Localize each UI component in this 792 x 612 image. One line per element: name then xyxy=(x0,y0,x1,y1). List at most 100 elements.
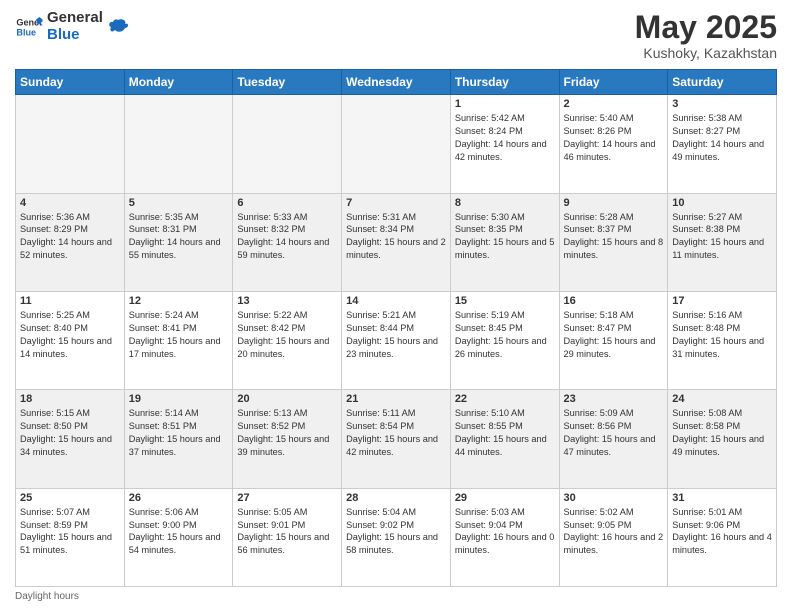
header: General Blue General Blue May 2025 Kusho… xyxy=(15,10,777,61)
day-number: 13 xyxy=(237,295,337,307)
calendar-page: General Blue General Blue May 2025 Kusho… xyxy=(0,0,792,612)
calendar-cell: 27Sunrise: 5:05 AM Sunset: 9:01 PM Dayli… xyxy=(233,488,342,586)
weekday-header-row: SundayMondayTuesdayWednesdayThursdayFrid… xyxy=(16,70,777,95)
day-number: 15 xyxy=(455,295,555,307)
day-number: 30 xyxy=(564,492,664,504)
day-info: Sunrise: 5:10 AM Sunset: 8:55 PM Dayligh… xyxy=(455,407,555,459)
day-number: 4 xyxy=(20,197,120,209)
weekday-header-tuesday: Tuesday xyxy=(233,70,342,95)
day-number: 5 xyxy=(129,197,229,209)
calendar-cell: 28 Sunrise: 5:04 AM Sunset: 9:02 PM Dayli… xyxy=(342,488,451,586)
day-number: 10 xyxy=(672,197,772,209)
calendar-cell: 23 Sunrise: 5:09 AM Sunset: 8:56 PM Dayli… xyxy=(559,390,668,488)
location: Kushoky, Kazakhstan xyxy=(635,45,777,61)
calendar-cell: 20 Sunrise: 5:13 AM Sunset: 8:52 PM Dayli… xyxy=(233,390,342,488)
weekday-header-saturday: Saturday xyxy=(668,70,777,95)
day-number: 31 xyxy=(672,492,772,504)
week-row-5: 25 Sunrise: 5:07 AM Sunset: 8:59 PM Dayli… xyxy=(16,488,777,586)
day-number: 16 xyxy=(564,295,664,307)
day-info: Sunrise: 5:16 AM Sunset: 8:48 PM Dayligh… xyxy=(672,309,772,361)
day-info: Sunrise: 5:06 AM Sunset: 9:00 PM Dayligh… xyxy=(129,506,229,558)
day-number: 17 xyxy=(672,295,772,307)
day-number: 3 xyxy=(672,98,772,110)
day-info: Sunrise: 5:40 AM Sunset: 8:26 PM Dayligh… xyxy=(564,112,664,164)
calendar-cell: 8 Sunrise: 5:30 AM Sunset: 8:35 PM Daylig… xyxy=(450,193,559,291)
calendar-cell: 6Sunrise: 5:33 AM Sunset: 8:32 PM Daylig… xyxy=(233,193,342,291)
calendar-table: SundayMondayTuesdayWednesdayThursdayFrid… xyxy=(15,69,777,587)
day-number: 19 xyxy=(129,393,229,405)
calendar-cell: 26 Sunrise: 5:06 AM Sunset: 9:00 PM Dayli… xyxy=(124,488,233,586)
calendar-cell: 19 Sunrise: 5:14 AM Sunset: 8:51 PM Dayli… xyxy=(124,390,233,488)
day-number: 18 xyxy=(20,393,120,405)
logo-icon: General Blue xyxy=(15,13,43,41)
calendar-cell: 29Sunrise: 5:03 AM Sunset: 9:04 PM Dayli… xyxy=(450,488,559,586)
calendar-cell xyxy=(16,95,125,193)
month-title: May 2025 xyxy=(635,10,777,45)
day-info: Sunrise: 5:14 AM Sunset: 8:51 PM Dayligh… xyxy=(129,407,229,459)
calendar-cell: 10 Sunrise: 5:27 AM Sunset: 8:38 PM Dayli… xyxy=(668,193,777,291)
day-number: 8 xyxy=(455,197,555,209)
day-info: Sunrise: 5:09 AM Sunset: 8:56 PM Dayligh… xyxy=(564,407,664,459)
svg-text:Blue: Blue xyxy=(16,27,36,37)
day-number: 23 xyxy=(564,393,664,405)
day-info: Sunrise: 5:07 AM Sunset: 8:59 PM Dayligh… xyxy=(20,506,120,558)
day-number: 12 xyxy=(129,295,229,307)
logo-bird-icon xyxy=(107,16,129,38)
calendar-cell: 3Sunrise: 5:38 AM Sunset: 8:27 PM Daylig… xyxy=(668,95,777,193)
calendar-cell: 18 Sunrise: 5:15 AM Sunset: 8:50 PM Dayli… xyxy=(16,390,125,488)
day-number: 2 xyxy=(564,98,664,110)
day-info: Sunrise: 5:08 AM Sunset: 8:58 PM Dayligh… xyxy=(672,407,772,459)
day-info: Sunrise: 5:22 AM Sunset: 8:42 PM Dayligh… xyxy=(237,309,337,361)
calendar-cell: 16 Sunrise: 5:18 AM Sunset: 8:47 PM Dayli… xyxy=(559,291,668,389)
day-info: Sunrise: 5:13 AM Sunset: 8:52 PM Dayligh… xyxy=(237,407,337,459)
day-number: 20 xyxy=(237,393,337,405)
day-number: 1 xyxy=(455,98,555,110)
day-info: Sunrise: 5:24 AM Sunset: 8:41 PM Dayligh… xyxy=(129,309,229,361)
calendar-cell xyxy=(233,95,342,193)
week-row-3: 11Sunrise: 5:25 AM Sunset: 8:40 PM Dayli… xyxy=(16,291,777,389)
calendar-cell: 17 Sunrise: 5:16 AM Sunset: 8:48 PM Dayli… xyxy=(668,291,777,389)
day-info: Sunrise: 5:11 AM Sunset: 8:54 PM Dayligh… xyxy=(346,407,446,459)
day-number: 28 xyxy=(346,492,446,504)
calendar-cell: 14 Sunrise: 5:21 AM Sunset: 8:44 PM Dayli… xyxy=(342,291,451,389)
calendar-cell: 22 Sunrise: 5:10 AM Sunset: 8:55 PM Dayli… xyxy=(450,390,559,488)
calendar-cell: 31 Sunrise: 5:01 AM Sunset: 9:06 PM Dayli… xyxy=(668,488,777,586)
day-info: Sunrise: 5:30 AM Sunset: 8:35 PM Dayligh… xyxy=(455,211,555,263)
day-info: Sunrise: 5:05 AM Sunset: 9:01 PM Dayligh… xyxy=(237,506,337,558)
day-info: Sunrise: 5:01 AM Sunset: 9:06 PM Dayligh… xyxy=(672,506,772,558)
day-info: Sunrise: 5:35 AM Sunset: 8:31 PM Dayligh… xyxy=(129,211,229,263)
calendar-cell: 9Sunrise: 5:28 AM Sunset: 8:37 PM Daylig… xyxy=(559,193,668,291)
footer-note: Daylight hours xyxy=(15,591,777,602)
calendar-cell xyxy=(124,95,233,193)
day-info: Sunrise: 5:42 AM Sunset: 8:24 PM Dayligh… xyxy=(455,112,555,164)
day-info: Sunrise: 5:15 AM Sunset: 8:50 PM Dayligh… xyxy=(20,407,120,459)
calendar-cell: 30 Sunrise: 5:02 AM Sunset: 9:05 PM Dayli… xyxy=(559,488,668,586)
day-info: Sunrise: 5:28 AM Sunset: 8:37 PM Dayligh… xyxy=(564,211,664,263)
title-block: May 2025 Kushoky, Kazakhstan xyxy=(635,10,777,61)
day-number: 6 xyxy=(237,197,337,209)
day-number: 22 xyxy=(455,393,555,405)
week-row-1: 1 Sunrise: 5:42 AM Sunset: 8:24 PM Daylig… xyxy=(16,95,777,193)
day-number: 25 xyxy=(20,492,120,504)
day-info: Sunrise: 5:21 AM Sunset: 8:44 PM Dayligh… xyxy=(346,309,446,361)
weekday-header-sunday: Sunday xyxy=(16,70,125,95)
calendar-cell: 21Sunrise: 5:11 AM Sunset: 8:54 PM Dayli… xyxy=(342,390,451,488)
day-info: Sunrise: 5:18 AM Sunset: 8:47 PM Dayligh… xyxy=(564,309,664,361)
day-number: 7 xyxy=(346,197,446,209)
day-info: Sunrise: 5:02 AM Sunset: 9:05 PM Dayligh… xyxy=(564,506,664,558)
weekday-header-thursday: Thursday xyxy=(450,70,559,95)
calendar-cell: 12 Sunrise: 5:24 AM Sunset: 8:41 PM Dayli… xyxy=(124,291,233,389)
calendar-cell: 25 Sunrise: 5:07 AM Sunset: 8:59 PM Dayli… xyxy=(16,488,125,586)
day-info: Sunrise: 5:03 AM Sunset: 9:04 PM Dayligh… xyxy=(455,506,555,558)
calendar-cell: 4 Sunrise: 5:36 AM Sunset: 8:29 PM Daylig… xyxy=(16,193,125,291)
weekday-header-monday: Monday xyxy=(124,70,233,95)
day-number: 26 xyxy=(129,492,229,504)
day-number: 14 xyxy=(346,295,446,307)
logo-general: General xyxy=(47,10,103,27)
day-info: Sunrise: 5:04 AM Sunset: 9:02 PM Dayligh… xyxy=(346,506,446,558)
day-info: Sunrise: 5:27 AM Sunset: 8:38 PM Dayligh… xyxy=(672,211,772,263)
calendar-cell xyxy=(342,95,451,193)
day-info: Sunrise: 5:36 AM Sunset: 8:29 PM Dayligh… xyxy=(20,211,120,263)
day-info: Sunrise: 5:31 AM Sunset: 8:34 PM Dayligh… xyxy=(346,211,446,263)
calendar-cell: 11Sunrise: 5:25 AM Sunset: 8:40 PM Dayli… xyxy=(16,291,125,389)
